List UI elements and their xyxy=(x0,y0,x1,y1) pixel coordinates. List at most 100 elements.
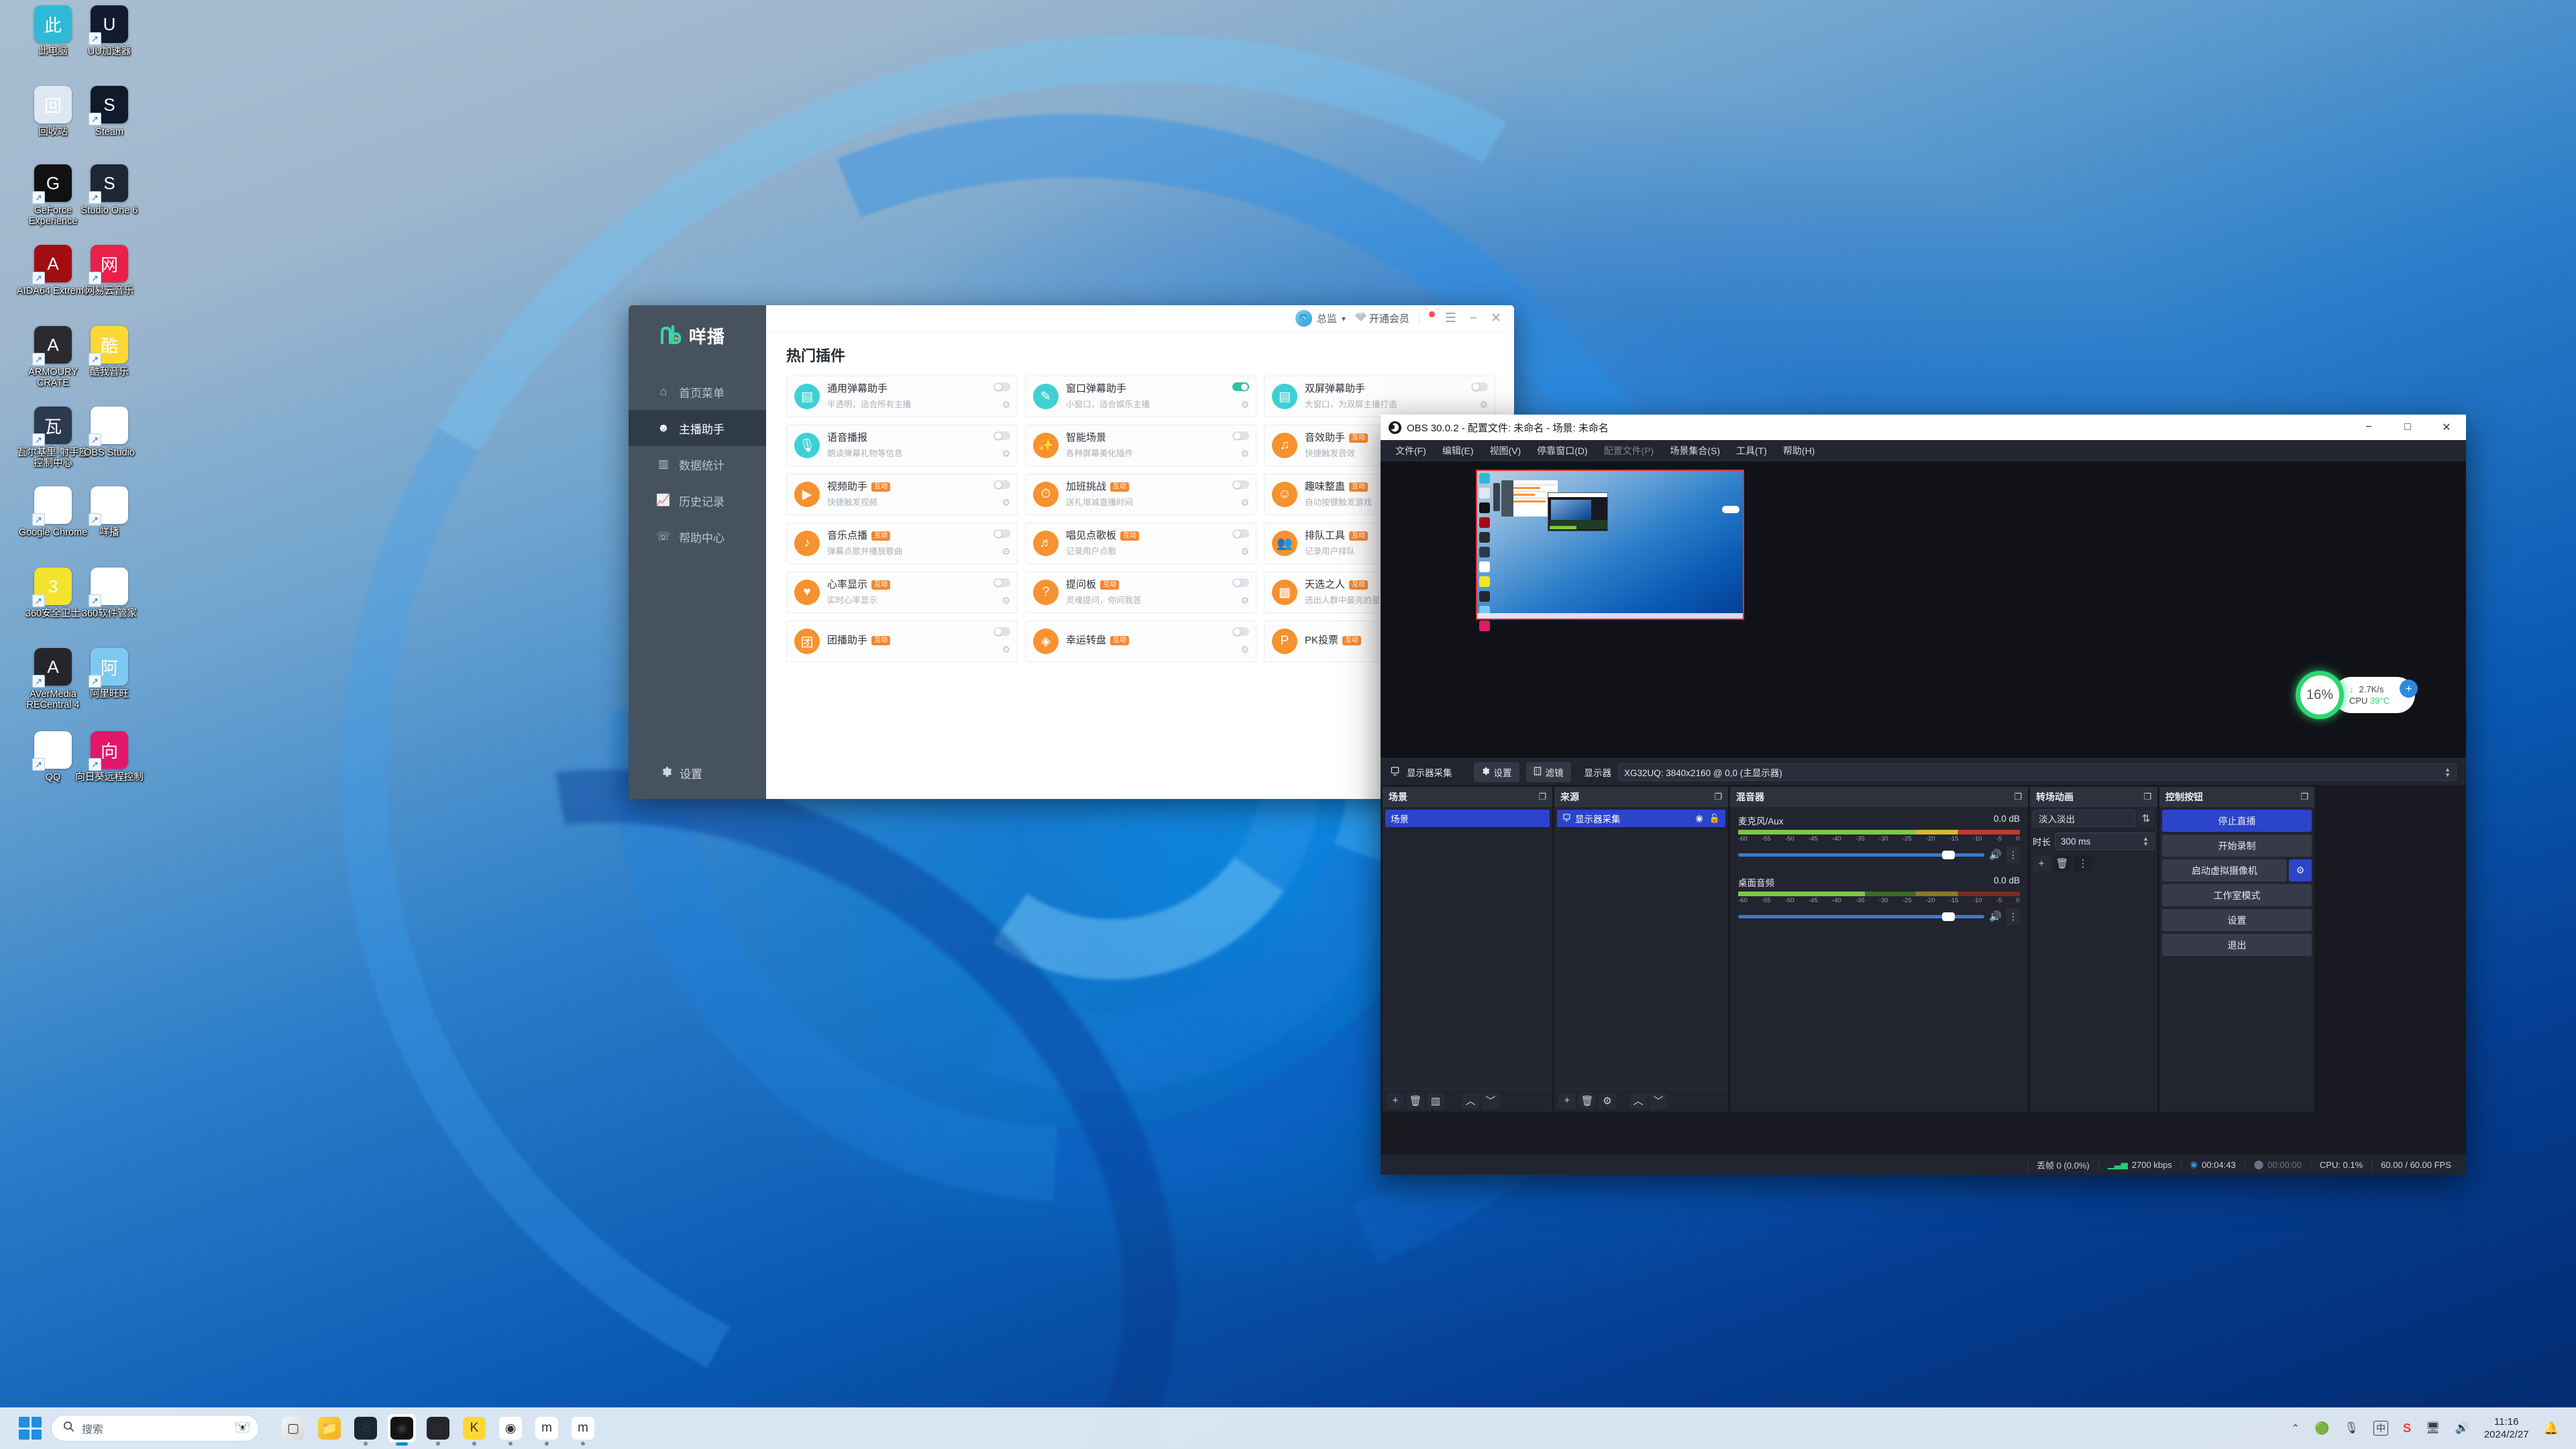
popout-icon[interactable]: ❐ xyxy=(2014,792,2022,802)
clock[interactable]: 11:16 2024/2/27 xyxy=(2484,1415,2529,1441)
plugin-toggle[interactable] xyxy=(994,627,1010,636)
plugin-toggle[interactable] xyxy=(1232,529,1249,538)
gear-icon[interactable]: ⚙ xyxy=(1002,399,1010,411)
close-icon[interactable]: ✕ xyxy=(1489,311,1503,326)
sidebar-item-history[interactable]: 📈 历史记录 xyxy=(629,482,766,519)
gear-icon[interactable]: ⚙ xyxy=(2289,859,2312,881)
channel-menu-button[interactable]: ⋮ xyxy=(2006,846,2020,863)
control-button-0[interactable]: 停止直播 xyxy=(2162,810,2312,832)
spinner-icon[interactable]: ▲ ▼ xyxy=(2143,836,2149,847)
desktop-icon-kuwo-music[interactable]: 酷 ↗ 酷我音乐 xyxy=(72,326,146,378)
chevron-up-icon[interactable]: ⌃ xyxy=(2291,1422,2300,1434)
source-settings-button[interactable]: 设置 xyxy=(1473,761,1519,782)
gear-icon[interactable]: ⚙ xyxy=(1002,546,1010,557)
volume-tray-icon[interactable]: 🔊 xyxy=(2455,1421,2469,1435)
cpu-monitor-widget[interactable]: 16% ↓ 2.7K/s CPU 39°C + xyxy=(2296,671,2418,719)
ime-chinese-icon[interactable]: 中 xyxy=(2373,1421,2389,1436)
scene-filters-button[interactable]: ▥ xyxy=(1427,1092,1444,1109)
microphone-tray-icon[interactable]: 🎙 xyxy=(2344,1421,2359,1435)
obs-menu-item[interactable]: 场景集合(S) xyxy=(1663,441,1727,460)
miaobo-vip-button[interactable]: 开通会员 xyxy=(1354,311,1409,325)
plugin-toggle[interactable] xyxy=(994,382,1010,391)
add-widget-button[interactable]: + xyxy=(2400,680,2418,698)
gear-icon[interactable]: ⚙ xyxy=(1240,546,1249,557)
taskbar-avermedia[interactable]: ◎ xyxy=(424,1414,452,1446)
volume-slider[interactable] xyxy=(1738,850,1985,859)
popout-icon[interactable]: ❐ xyxy=(1538,792,1546,802)
gear-icon[interactable]: ⚙ xyxy=(1240,644,1249,655)
plugin-card[interactable]: ◈ 幸运转盘 互动 ⚙ xyxy=(1025,621,1256,662)
duration-field[interactable]: 300 ms ▲ ▼ xyxy=(2055,833,2155,850)
gear-icon[interactable]: ⚙ xyxy=(1002,497,1010,508)
bell-icon[interactable]: 🔔 xyxy=(2544,1421,2559,1436)
speaker-icon[interactable]: 🔊 xyxy=(1989,849,2002,861)
transition-spinner[interactable]: ⇅ xyxy=(2137,810,2155,827)
taskbar-obs-studio[interactable]: ◉ xyxy=(388,1414,416,1446)
source-filters-button[interactable]: 滤镜 xyxy=(1525,761,1571,782)
add-source-button[interactable]: + xyxy=(1558,1092,1576,1109)
plugin-toggle[interactable] xyxy=(994,431,1010,440)
lock-open-icon[interactable]: 🔓 xyxy=(1709,813,1720,824)
remove-source-button[interactable]: 🗑 xyxy=(1578,1092,1596,1109)
popout-icon[interactable]: ❐ xyxy=(1714,792,1722,802)
sidebar-item-home[interactable]: ⌂ 首页菜单 xyxy=(629,374,766,410)
taskbar-studio-one[interactable]: S xyxy=(352,1414,380,1446)
network-tray-icon[interactable]: 🖥 xyxy=(2426,1421,2440,1435)
scene-list-item[interactable]: 场景 xyxy=(1385,810,1550,827)
obs-menu-item[interactable]: 编辑(E) xyxy=(1436,441,1481,460)
taskbar-miaobo-2[interactable]: m xyxy=(569,1414,597,1446)
plugin-toggle[interactable] xyxy=(1232,431,1249,440)
sidebar-item-statistics[interactable]: ▥ 数据统计 xyxy=(629,446,766,482)
desktop-icon-aliwangwang[interactable]: 阿 ↗ 阿里旺旺 xyxy=(72,648,146,700)
desktop-icon-netease-music[interactable]: 网 ↗ 网易云音乐 xyxy=(72,245,146,297)
obs-menu-item[interactable]: 工具(T) xyxy=(1729,441,1774,460)
obs-menu-item[interactable]: 帮助(H) xyxy=(1776,441,1821,460)
plugin-toggle[interactable] xyxy=(1232,627,1249,636)
gear-icon[interactable]: ⚙ xyxy=(1240,448,1249,460)
remove-scene-button[interactable]: 🗑 xyxy=(1407,1092,1424,1109)
move-scene-down-button[interactable]: ﹀ xyxy=(1482,1092,1499,1109)
taskbar-task-view[interactable]: ▢ xyxy=(279,1414,307,1442)
obs-window[interactable]: OBS 30.0.2 - 配置文件: 未命名 - 场景: 未命名 − □ ✕ 文… xyxy=(1381,415,2466,1175)
plugin-card[interactable]: ♥ 心率显示 互动 实时心率显示 ⚙ xyxy=(786,572,1018,613)
gear-icon[interactable]: ⚙ xyxy=(1002,595,1010,606)
sidebar-item-anchor-assistant[interactable]: ☻ 主播助手 xyxy=(629,410,766,446)
plugin-toggle[interactable] xyxy=(994,578,1010,587)
gear-icon[interactable]: ⚙ xyxy=(1240,595,1249,606)
popout-icon[interactable]: ❐ xyxy=(2143,792,2151,802)
control-button-1[interactable]: 开始录制 xyxy=(2162,835,2312,857)
plugin-card[interactable]: ▤ 双屏弹幕助手 大窗口，为双屏主播打造 ⚙ xyxy=(1264,376,1495,417)
minimize-icon[interactable]: − xyxy=(1468,311,1479,326)
move-source-up-button[interactable]: ︿ xyxy=(1629,1092,1647,1109)
remove-transition-button[interactable]: 🗑 xyxy=(2053,855,2071,871)
spinner-icon[interactable]: ▲ ▼ xyxy=(2445,766,2451,777)
sogou-input-tray-icon[interactable]: S xyxy=(2403,1421,2411,1436)
move-scene-up-button[interactable]: ︿ xyxy=(1462,1092,1479,1109)
windows-start-icon[interactable] xyxy=(19,1417,42,1440)
gear-icon[interactable]: ⚙ xyxy=(1240,497,1249,508)
taskbar-chrome[interactable]: ◉ xyxy=(496,1414,525,1446)
close-icon[interactable]: ✕ xyxy=(2427,415,2466,440)
obs-menu-item[interactable]: 视图(V) xyxy=(1483,441,1528,460)
desktop-icon-obs-studio[interactable]: O ↗ OBS Studio xyxy=(72,407,146,458)
plugin-toggle[interactable] xyxy=(1232,382,1249,391)
transition-menu-button[interactable]: ⋮ xyxy=(2074,855,2092,871)
plugin-card[interactable]: ⏱ 加班挑战 互动 送礼增减直播时间 ⚙ xyxy=(1025,474,1256,515)
gear-icon[interactable]: ⚙ xyxy=(1002,448,1010,460)
eye-icon[interactable]: ◉ xyxy=(1695,813,1703,824)
plugin-card[interactable]: 🎙 语音播报 朗读弹幕礼物等信息 ⚙ xyxy=(786,425,1018,466)
miaobo-settings-button[interactable]: 设置 xyxy=(629,765,766,782)
source-list-item[interactable]: 显示器采集 ◉ 🔓 xyxy=(1557,810,1725,827)
channel-menu-button[interactable]: ⋮ xyxy=(2006,908,2020,925)
minimize-icon[interactable]: − xyxy=(2349,415,2388,440)
obs-menu-item[interactable]: 文件(F) xyxy=(1389,441,1433,460)
desktop-icon-miaobo[interactable]: 咩 ↗ 咩播 xyxy=(72,486,146,538)
control-button-3[interactable]: 工作室模式 xyxy=(2162,884,2312,906)
plugin-card[interactable]: 团团播助手 互动 ⚙ xyxy=(786,621,1018,662)
add-transition-button[interactable]: + xyxy=(2033,855,2050,871)
plugin-toggle[interactable] xyxy=(1232,578,1249,587)
monitor-select[interactable]: XG32UQ: 3840x2160 @ 0,0 (主显示器) ▲ ▼ xyxy=(1618,763,2457,781)
hamburger-icon[interactable]: ☰ xyxy=(1443,311,1458,326)
control-button-4[interactable]: 设置 xyxy=(2162,909,2312,931)
sources-list[interactable]: 显示器采集 ◉ 🔓 xyxy=(1554,807,1728,1089)
